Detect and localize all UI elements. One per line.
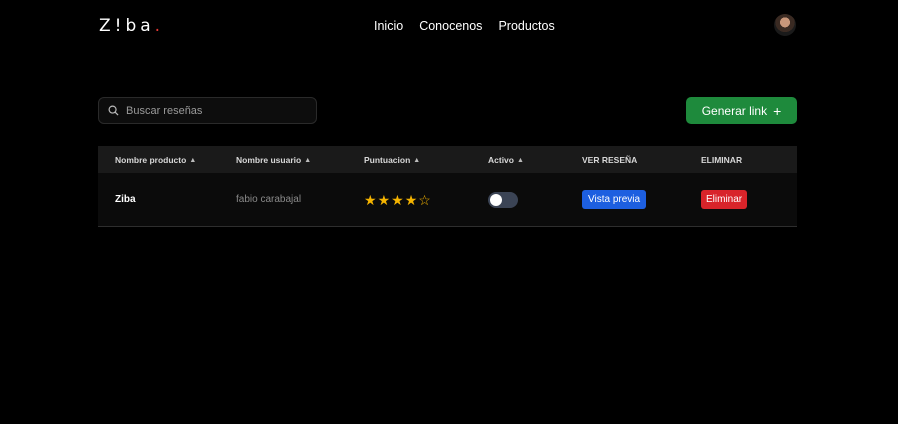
table-header: Nombre producto ▲︎ Nombre usuario ▲︎ Puntu…: [98, 146, 797, 173]
preview-button[interactable]: Vista previa: [582, 190, 647, 209]
nav-productos[interactable]: Productos: [498, 19, 554, 33]
rating-stars: ★ ★ ★ ★ ☆: [364, 193, 488, 207]
rating-cell: ★ ★ ★ ★ ☆: [364, 193, 488, 207]
delete-cell: Eliminar: [701, 190, 797, 209]
star-filled-icon: ★: [377, 191, 391, 208]
generate-link-label: Generar link: [701, 103, 768, 118]
toggle-knob: [490, 193, 502, 206]
delete-button[interactable]: Eliminar: [701, 190, 748, 209]
header-puntuacion[interactable]: Puntuacion ▲︎: [364, 155, 488, 165]
logo-text: Z!ba: [99, 16, 155, 36]
nav-inicio[interactable]: Inicio: [374, 19, 403, 33]
sort-icon: ▲︎: [304, 156, 312, 164]
star-filled-icon: ★: [404, 191, 418, 208]
active-toggle[interactable]: [488, 191, 518, 208]
star-filled-icon: ★: [391, 191, 404, 208]
generate-link-button[interactable]: Generar link +: [686, 97, 797, 124]
user-name: fabio carabajal: [236, 194, 302, 205]
search-input[interactable]: [126, 104, 296, 117]
star-empty-icon: ☆: [418, 191, 431, 208]
sort-icon: ▲︎: [516, 156, 524, 164]
header-producto[interactable]: Nombre producto ▲︎: [98, 155, 236, 165]
search-icon: [108, 105, 119, 116]
table-row: Ziba fabio carabajal ★ ★ ★ ★ ☆ Vista previa …: [98, 173, 797, 227]
nav-conocenos[interactable]: Conocenos: [419, 19, 482, 33]
brand-logo[interactable]: Z!ba.: [99, 16, 164, 36]
header-usuario[interactable]: Nombre usuario ▲︎: [236, 155, 364, 165]
star-filled-icon: ★: [364, 191, 377, 208]
sort-icon: ▲︎: [413, 156, 421, 164]
user-avatar[interactable]: [774, 14, 796, 36]
preview-cell: Vista previa: [582, 190, 701, 209]
active-cell: [488, 191, 582, 208]
reviews-table: Nombre producto ▲︎ Nombre usuario ▲︎ Puntu…: [98, 146, 797, 227]
main-nav: Inicio Conocenos Productos: [374, 19, 555, 33]
product-name: Ziba: [115, 194, 136, 205]
sort-icon: ▲︎: [189, 156, 197, 164]
header-activo[interactable]: Activo ▲︎: [488, 155, 582, 165]
search-box: [98, 97, 317, 124]
plus-icon: +: [773, 102, 782, 119]
logo-dot: .: [154, 16, 165, 36]
header-ver-resena: VER RESEÑA: [582, 154, 638, 165]
header-eliminar: ELIMINAR: [701, 154, 743, 165]
